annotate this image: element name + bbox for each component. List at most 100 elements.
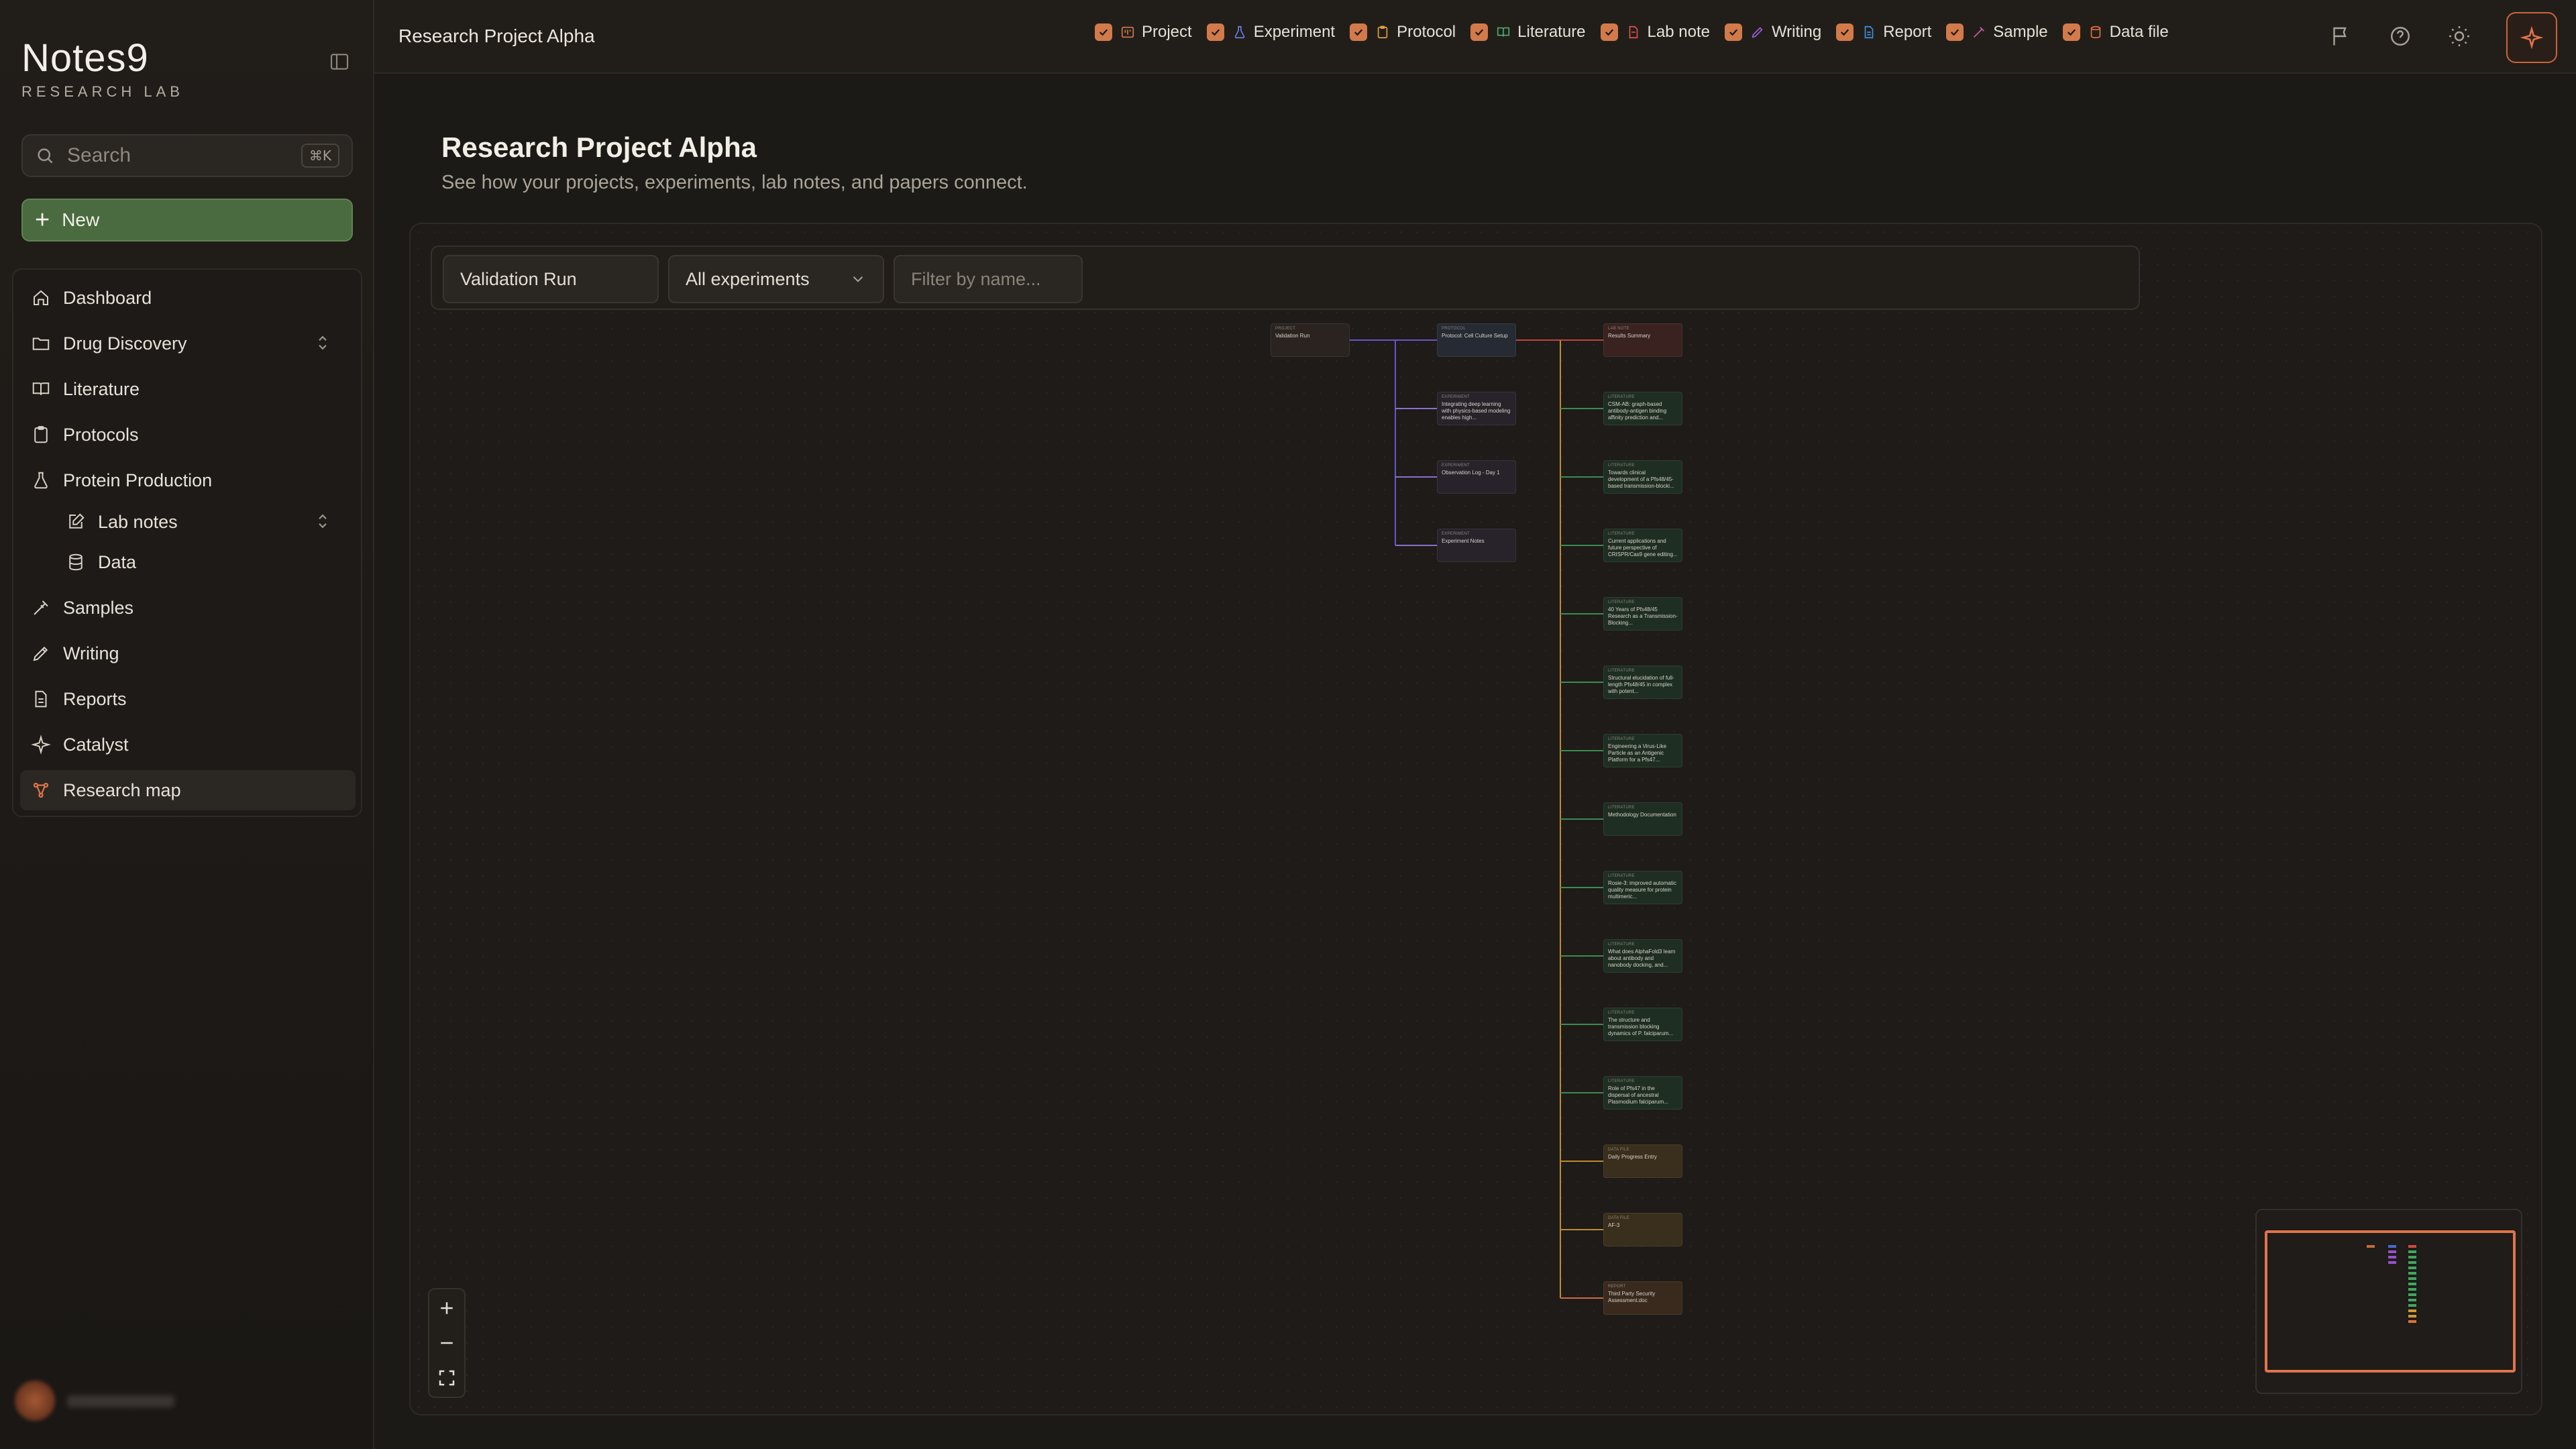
chevron-up-down-icon[interactable] <box>313 333 333 353</box>
minimap[interactable] <box>2255 1209 2522 1394</box>
checkbox[interactable] <box>1724 23 1742 41</box>
experiment-node[interactable]: EXPERIMENT Integrating deep learning with… <box>1437 392 1516 425</box>
sidebar-item-label: Drug Discovery <box>63 333 187 354</box>
brand-logo[interactable]: Notes9 RESEARCH LAB <box>21 39 184 101</box>
sidebar-collapse-icon[interactable] <box>329 51 350 72</box>
fullscreen-icon <box>439 1370 455 1386</box>
avatar[interactable] <box>15 1381 55 1421</box>
experiment-node[interactable]: EXPERIMENT Observation Log - Day 1 <box>1437 460 1516 494</box>
search-shortcut: ⌘K <box>301 144 339 168</box>
child-node[interactable]: LITERATURE 40 Years of Pfs48/45 Research … <box>1603 597 1682 631</box>
experiment-node[interactable]: EXPERIMENT Experiment Notes <box>1437 529 1516 562</box>
flask-icon <box>34 472 48 489</box>
chevron-up-down-icon[interactable] <box>313 511 333 531</box>
filter-sample[interactable]: Sample <box>1946 23 2048 42</box>
user-name[interactable] <box>67 1395 174 1407</box>
sidebar-item-protocols[interactable]: Protocols <box>20 415 356 455</box>
minimap-node <box>2408 1261 2416 1264</box>
project-select[interactable]: Validation Run <box>443 255 659 303</box>
sparkle-icon <box>31 735 51 755</box>
sidebar-item-protein-production[interactable]: Protein Production <box>20 460 356 500</box>
sidebar-item-writing[interactable]: Writing <box>20 633 356 674</box>
checkbox[interactable] <box>1350 23 1368 41</box>
sidebar-item-label: Writing <box>63 643 119 663</box>
sidebar-item-catalyst[interactable]: Catalyst <box>20 724 356 765</box>
child-node[interactable]: LITERATURE Rosie-3: improved automatic qu… <box>1603 871 1682 904</box>
child-node[interactable]: REPORT Third Party Security Assessment.do… <box>1603 1281 1682 1315</box>
filter-label: Experiment <box>1253 23 1336 41</box>
filter-experiment[interactable]: Experiment <box>1206 23 1336 42</box>
child-node[interactable]: LITERATURE Methodology Documentation <box>1603 802 1682 836</box>
child-node[interactable]: LAB NOTE Results Summary <box>1603 323 1682 357</box>
sidebar-item-drug-discovery[interactable]: Drug Discovery <box>20 323 356 364</box>
search-input[interactable]: Search ⌘K <box>21 134 353 177</box>
sidebar-item-reports[interactable]: Reports <box>20 679 356 719</box>
minimap-node <box>2408 1304 2416 1307</box>
node-title: CSM-AB: graph-based antibody-antigen bin… <box>1608 401 1667 421</box>
minimap-node <box>2388 1256 2396 1258</box>
clipboard-icon <box>1377 25 1388 39</box>
sidebar-item-literature[interactable]: Literature <box>20 369 356 409</box>
child-node[interactable]: LITERATURE Towards clinical development o… <box>1603 460 1682 494</box>
minimap-node <box>2408 1256 2416 1258</box>
checkbox[interactable] <box>1470 23 1489 41</box>
experiment-node[interactable]: PROTOCOL Protocol: Cell Culture Setup <box>1437 323 1516 357</box>
checkbox[interactable] <box>1836 23 1854 41</box>
sidebar-item-lab-notes[interactable]: Lab notes <box>55 502 356 542</box>
child-node[interactable]: DATA FILE AF-3 <box>1603 1213 1682 1246</box>
child-node[interactable]: DATA FILE Daily Progress Entry <box>1603 1144 1682 1178</box>
note-edit-icon <box>69 513 85 529</box>
node-type-label: EXPERIMENT <box>1442 464 1470 468</box>
filter-label: Lab note <box>1647 23 1710 41</box>
node-type-label: LITERATURE <box>1608 669 1635 673</box>
flag-icon[interactable] <box>2329 24 2353 48</box>
child-node[interactable]: LITERATURE Engineering a Virus-Like Parti… <box>1603 734 1682 767</box>
zoom-out-button[interactable] <box>429 1326 464 1360</box>
filter-data-file[interactable]: Data file <box>2062 23 2169 42</box>
new-button[interactable]: + New <box>21 199 353 241</box>
sidebar-item-dashboard[interactable]: Dashboard <box>20 278 356 318</box>
sidebar-item-label: Data <box>98 551 137 572</box>
minimap-node <box>2388 1245 2396 1248</box>
experiment-select[interactable]: All experiments <box>668 255 884 303</box>
filter-literature[interactable]: Literature <box>1470 23 1586 42</box>
checkbox[interactable] <box>1206 23 1224 41</box>
child-node[interactable]: LITERATURE Current applications and futur… <box>1603 529 1682 562</box>
fit-view-button[interactable] <box>429 1360 464 1395</box>
filter-name-input[interactable]: Filter by name... <box>894 255 1083 303</box>
filter-protocol[interactable]: Protocol <box>1350 23 1456 42</box>
checkbox[interactable] <box>1600 23 1618 41</box>
filter-lab-note[interactable]: Lab note <box>1600 23 1710 42</box>
filter-report[interactable]: Report <box>1836 23 1931 42</box>
sidebar-item-research-map[interactable]: Research map <box>20 770 356 810</box>
book-icon <box>32 382 50 395</box>
filter-writing[interactable]: Writing <box>1724 23 1821 42</box>
filter-project[interactable]: Project <box>1095 23 1192 42</box>
zoom-in-button[interactable] <box>429 1291 464 1326</box>
help-circle-icon[interactable] <box>2388 24 2412 48</box>
child-node[interactable]: LITERATURE What does AlphaFold3 learn abo… <box>1603 939 1682 973</box>
checkbox[interactable] <box>1095 23 1112 41</box>
child-node[interactable]: LITERATURE CSM-AB: graph-based antibody-a… <box>1603 392 1682 425</box>
ai-assistant-button[interactable] <box>2506 12 2557 63</box>
child-node[interactable]: LITERATURE Role of Pfs47 in the dispersal… <box>1603 1076 1682 1110</box>
child-node[interactable]: LITERATURE Structural elucidation of full… <box>1603 665 1682 699</box>
minimap-node <box>2408 1299 2416 1301</box>
document-icon <box>35 690 47 708</box>
node-type-label: REPORT <box>1608 1285 1626 1289</box>
sidebar-item-data[interactable]: Data <box>55 542 356 582</box>
child-node[interactable]: LITERATURE The structure and transmission… <box>1603 1008 1682 1041</box>
node-title: The structure and transmission blocking … <box>1608 1017 1674 1037</box>
sun-icon[interactable] <box>2447 24 2471 48</box>
map-toolbar: Validation Run All experiments Filter by… <box>431 246 2140 310</box>
minus-icon <box>441 1342 453 1344</box>
node-title: Methodology Documentation <box>1608 812 1676 818</box>
checkbox[interactable] <box>1946 23 1964 41</box>
sparkle-icon <box>2520 26 2543 49</box>
project-node[interactable]: PROJECT Validation Run <box>1271 323 1350 357</box>
sidebar-item-label: Protein Production <box>63 470 213 490</box>
sidebar-item-samples[interactable]: Samples <box>20 588 356 628</box>
filter-label: Project <box>1142 23 1192 41</box>
node-title: Results Summary <box>1608 333 1651 339</box>
checkbox[interactable] <box>2062 23 2080 41</box>
